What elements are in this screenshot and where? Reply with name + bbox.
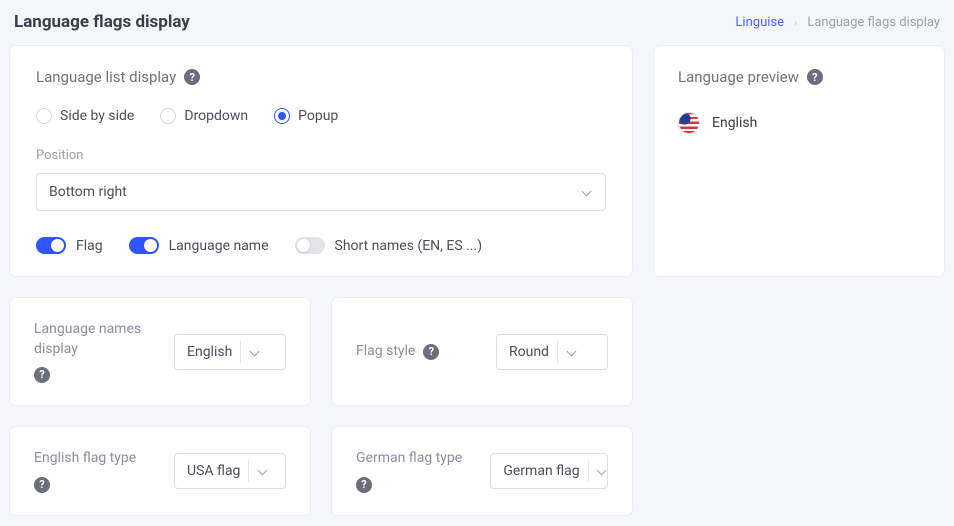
help-icon[interactable]: ? [423, 344, 439, 360]
breadcrumb-current: Language flags display [807, 15, 940, 30]
select-value: German flag [503, 463, 579, 479]
help-icon[interactable]: ? [184, 69, 200, 85]
card-german-flag-type: German flag type ? German flag [332, 427, 632, 515]
select-value: English [187, 344, 232, 360]
select-english-flag-type[interactable]: USA flag [174, 453, 286, 489]
position-select-value: Bottom right [49, 184, 127, 200]
toggle-label: Short names (EN, ES ...) [335, 238, 483, 254]
flag-usa-icon [678, 112, 700, 134]
mini-label-text: German flag type [356, 449, 462, 469]
chevron-down-icon [581, 186, 593, 198]
card-language-names-display: Language names display ? English [10, 298, 310, 405]
toggle-flag[interactable]: Flag [36, 237, 103, 254]
page-title: Language flags display [14, 12, 190, 32]
divider [557, 341, 558, 363]
switch-icon [36, 237, 66, 254]
help-icon[interactable]: ? [34, 367, 50, 383]
radio-side-by-side[interactable]: Side by side [36, 108, 134, 124]
switch-icon [129, 237, 159, 254]
toggle-short-names[interactable]: Short names (EN, ES ...) [295, 237, 483, 254]
radio-label: Dropdown [184, 108, 248, 124]
radio-dot-icon [36, 108, 52, 124]
select-value: Round [509, 344, 549, 360]
card-english-flag-type: English flag type ? USA flag [10, 427, 310, 515]
chevron-down-icon [249, 346, 261, 358]
help-icon[interactable]: ? [807, 69, 823, 85]
radio-label: Popup [298, 108, 338, 124]
help-icon[interactable]: ? [34, 477, 50, 493]
section-title-language-list: Language list display [36, 68, 176, 86]
chevron-right-icon: › [794, 16, 797, 29]
select-language-names-display[interactable]: English [174, 334, 286, 370]
card-language-list-display: Language list display ? Side by side Dro… [10, 46, 632, 276]
preview-language-text: English [712, 115, 757, 131]
mini-label-text: Flag style [356, 342, 415, 362]
toggle-label: Language name [169, 238, 269, 254]
position-select[interactable]: Bottom right [36, 173, 606, 211]
position-label: Position [36, 148, 606, 163]
chevron-down-icon [596, 465, 599, 477]
breadcrumb: Linguise › Language flags display [735, 15, 940, 30]
select-value: USA flag [187, 463, 240, 479]
radio-dot-icon [160, 108, 176, 124]
radio-popup[interactable]: Popup [274, 108, 338, 124]
card-flag-style: Flag style ? Round [332, 298, 632, 405]
section-title-preview: Language preview [678, 68, 799, 86]
chevron-down-icon [257, 465, 269, 477]
mini-label-text: English flag type [34, 449, 136, 469]
divider [248, 460, 249, 482]
display-mode-radios: Side by side Dropdown Popup [36, 108, 606, 124]
help-icon[interactable]: ? [356, 477, 372, 493]
radio-dot-icon [274, 108, 290, 124]
mini-label-text: Language names display [34, 320, 158, 359]
radio-dropdown[interactable]: Dropdown [160, 108, 248, 124]
toggle-language-name[interactable]: Language name [129, 237, 269, 254]
select-german-flag-type[interactable]: German flag [490, 453, 608, 489]
toggle-label: Flag [76, 238, 103, 254]
card-language-preview: Language preview ? English [654, 46, 944, 276]
chevron-down-icon [566, 346, 578, 358]
radio-label: Side by side [60, 108, 134, 124]
switch-icon [295, 237, 325, 254]
divider [240, 341, 241, 363]
breadcrumb-root-link[interactable]: Linguise [735, 15, 784, 30]
select-flag-style[interactable]: Round [496, 334, 608, 370]
